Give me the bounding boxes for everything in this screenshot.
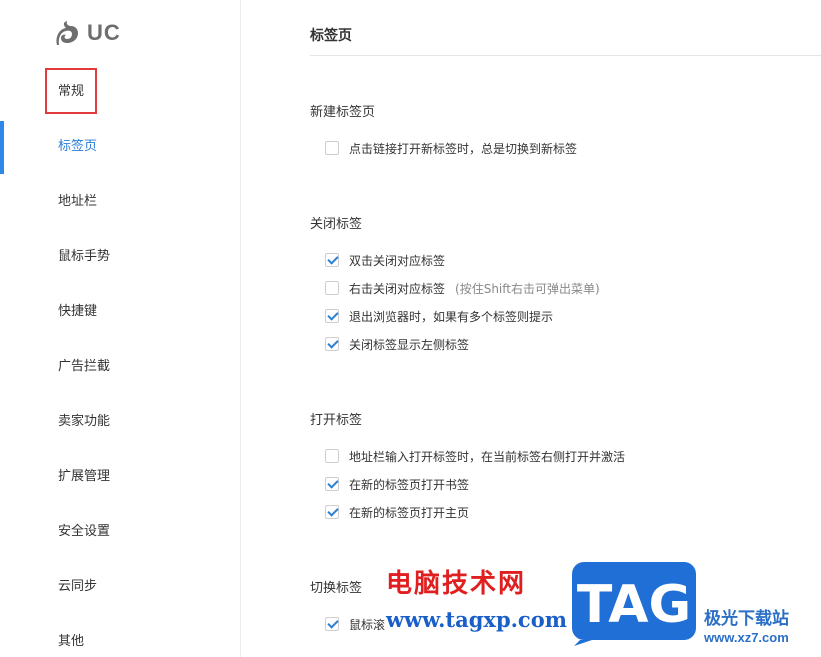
checkbox[interactable] xyxy=(325,281,339,295)
nav-item-label: 鼠标手势 xyxy=(58,249,111,264)
nav-item-ad-block[interactable]: 广告拦截 xyxy=(0,352,240,382)
watermark-url: www.tagxp.com xyxy=(386,607,567,632)
nav-item-other[interactable]: 其他 xyxy=(0,627,240,657)
nav-item-mouse-gestures[interactable]: 鼠标手势 xyxy=(0,242,240,272)
title-divider xyxy=(310,55,821,56)
option-open-bookmark-new-tab[interactable]: 在新的标签页打开书签 xyxy=(325,475,469,493)
option-address-bar-open-right[interactable]: 地址栏输入打开标签时，在当前标签右侧打开并激活 xyxy=(325,447,625,465)
option-label: 退出浏览器时，如果有多个标签则提示 xyxy=(349,309,554,324)
nav-item-general[interactable]: 常规 xyxy=(0,77,240,107)
option-mouse-wheel-switch[interactable]: 鼠标滚 xyxy=(325,615,385,633)
option-show-left-tab-on-close[interactable]: 关闭标签显示左侧标签 xyxy=(325,335,469,353)
checkbox-checked[interactable] xyxy=(325,505,339,519)
checkbox[interactable] xyxy=(325,449,339,463)
nav-item-seller-features[interactable]: 卖家功能 xyxy=(0,407,240,437)
nav-item-cloud-sync[interactable]: 云同步 xyxy=(0,572,240,602)
nav-item-address-bar[interactable]: 地址栏 xyxy=(0,187,240,217)
nav-item-extensions[interactable]: 扩展管理 xyxy=(0,462,240,492)
option-label: 双击关闭对应标签 xyxy=(349,253,446,268)
nav-item-label: 卖家功能 xyxy=(58,414,111,429)
watermark-site-name: 极光下载站 xyxy=(704,609,789,629)
option-label: 右击关闭对应标签 xyxy=(349,281,446,296)
checkbox-checked[interactable] xyxy=(325,617,339,631)
page-title: 标签页 xyxy=(310,28,352,44)
settings-sidebar: UC 常规 标签页 地址栏 鼠标手势 快捷键 广告拦截 卖家功能 扩展管理 安全… xyxy=(0,0,241,657)
option-exit-warn-multiple-tabs[interactable]: 退出浏览器时，如果有多个标签则提示 xyxy=(325,307,553,325)
checkbox-checked[interactable] xyxy=(325,309,339,323)
nav-item-label: 其他 xyxy=(58,634,85,649)
watermark-tag-text: TAG xyxy=(577,575,691,635)
option-right-click-close[interactable]: 右击关闭对应标签 (按住Shift右击可弹出菜单) xyxy=(325,279,600,297)
nav-item-label: 广告拦截 xyxy=(58,359,111,374)
checkbox-checked[interactable] xyxy=(325,477,339,491)
nav-item-tabs[interactable]: 标签页 xyxy=(0,132,240,162)
watermark-cn-text: 电脑技术网 xyxy=(386,569,527,599)
checkbox[interactable] xyxy=(325,141,339,155)
section-title-new-tab: 新建标签页 xyxy=(310,105,376,120)
uc-squirrel-icon xyxy=(56,21,78,45)
nav-item-shortcuts[interactable]: 快捷键 xyxy=(0,297,240,327)
nav-item-security[interactable]: 安全设置 xyxy=(0,517,240,547)
checkbox-checked[interactable] xyxy=(325,253,339,267)
nav-item-label: 地址栏 xyxy=(58,194,98,209)
nav-item-label: 云同步 xyxy=(58,579,98,594)
uc-logo: UC xyxy=(53,19,121,47)
section-title-switch-tab: 切换标签 xyxy=(310,581,363,596)
nav-item-label: 标签页 xyxy=(58,139,98,154)
watermark-tag-logo: TAG xyxy=(572,562,696,646)
section-title-close-tab: 关闭标签 xyxy=(310,217,363,232)
option-hint: (按住Shift右击可弹出菜单) xyxy=(455,281,600,296)
watermark-site-domain: www.xz7.com xyxy=(704,630,789,645)
logo-text: UC xyxy=(87,20,121,45)
option-label: 在新的标签页打开书签 xyxy=(349,477,470,492)
settings-main: 标签页 新建标签页 点击链接打开新标签时，总是切换到新标签 关闭标签 双击关闭对… xyxy=(241,0,821,657)
checkbox-checked[interactable] xyxy=(325,337,339,351)
option-open-home-new-tab[interactable]: 在新的标签页打开主页 xyxy=(325,503,469,521)
option-label: 地址栏输入打开标签时，在当前标签右侧打开并激活 xyxy=(349,449,626,464)
option-double-click-close[interactable]: 双击关闭对应标签 xyxy=(325,251,445,269)
option-label: 关闭标签显示左侧标签 xyxy=(349,337,470,352)
option-label: 点击链接打开新标签时，总是切换到新标签 xyxy=(349,141,578,156)
option-label: 在新的标签页打开主页 xyxy=(349,505,470,520)
option-label: 鼠标滚 xyxy=(349,617,386,632)
section-title-open-tab: 打开标签 xyxy=(310,413,363,428)
highlight-box xyxy=(45,68,97,114)
nav-item-label: 快捷键 xyxy=(58,304,98,319)
option-switch-to-new-tab[interactable]: 点击链接打开新标签时，总是切换到新标签 xyxy=(325,139,577,157)
nav-item-label: 扩展管理 xyxy=(58,469,111,484)
nav-item-label: 安全设置 xyxy=(58,524,111,539)
